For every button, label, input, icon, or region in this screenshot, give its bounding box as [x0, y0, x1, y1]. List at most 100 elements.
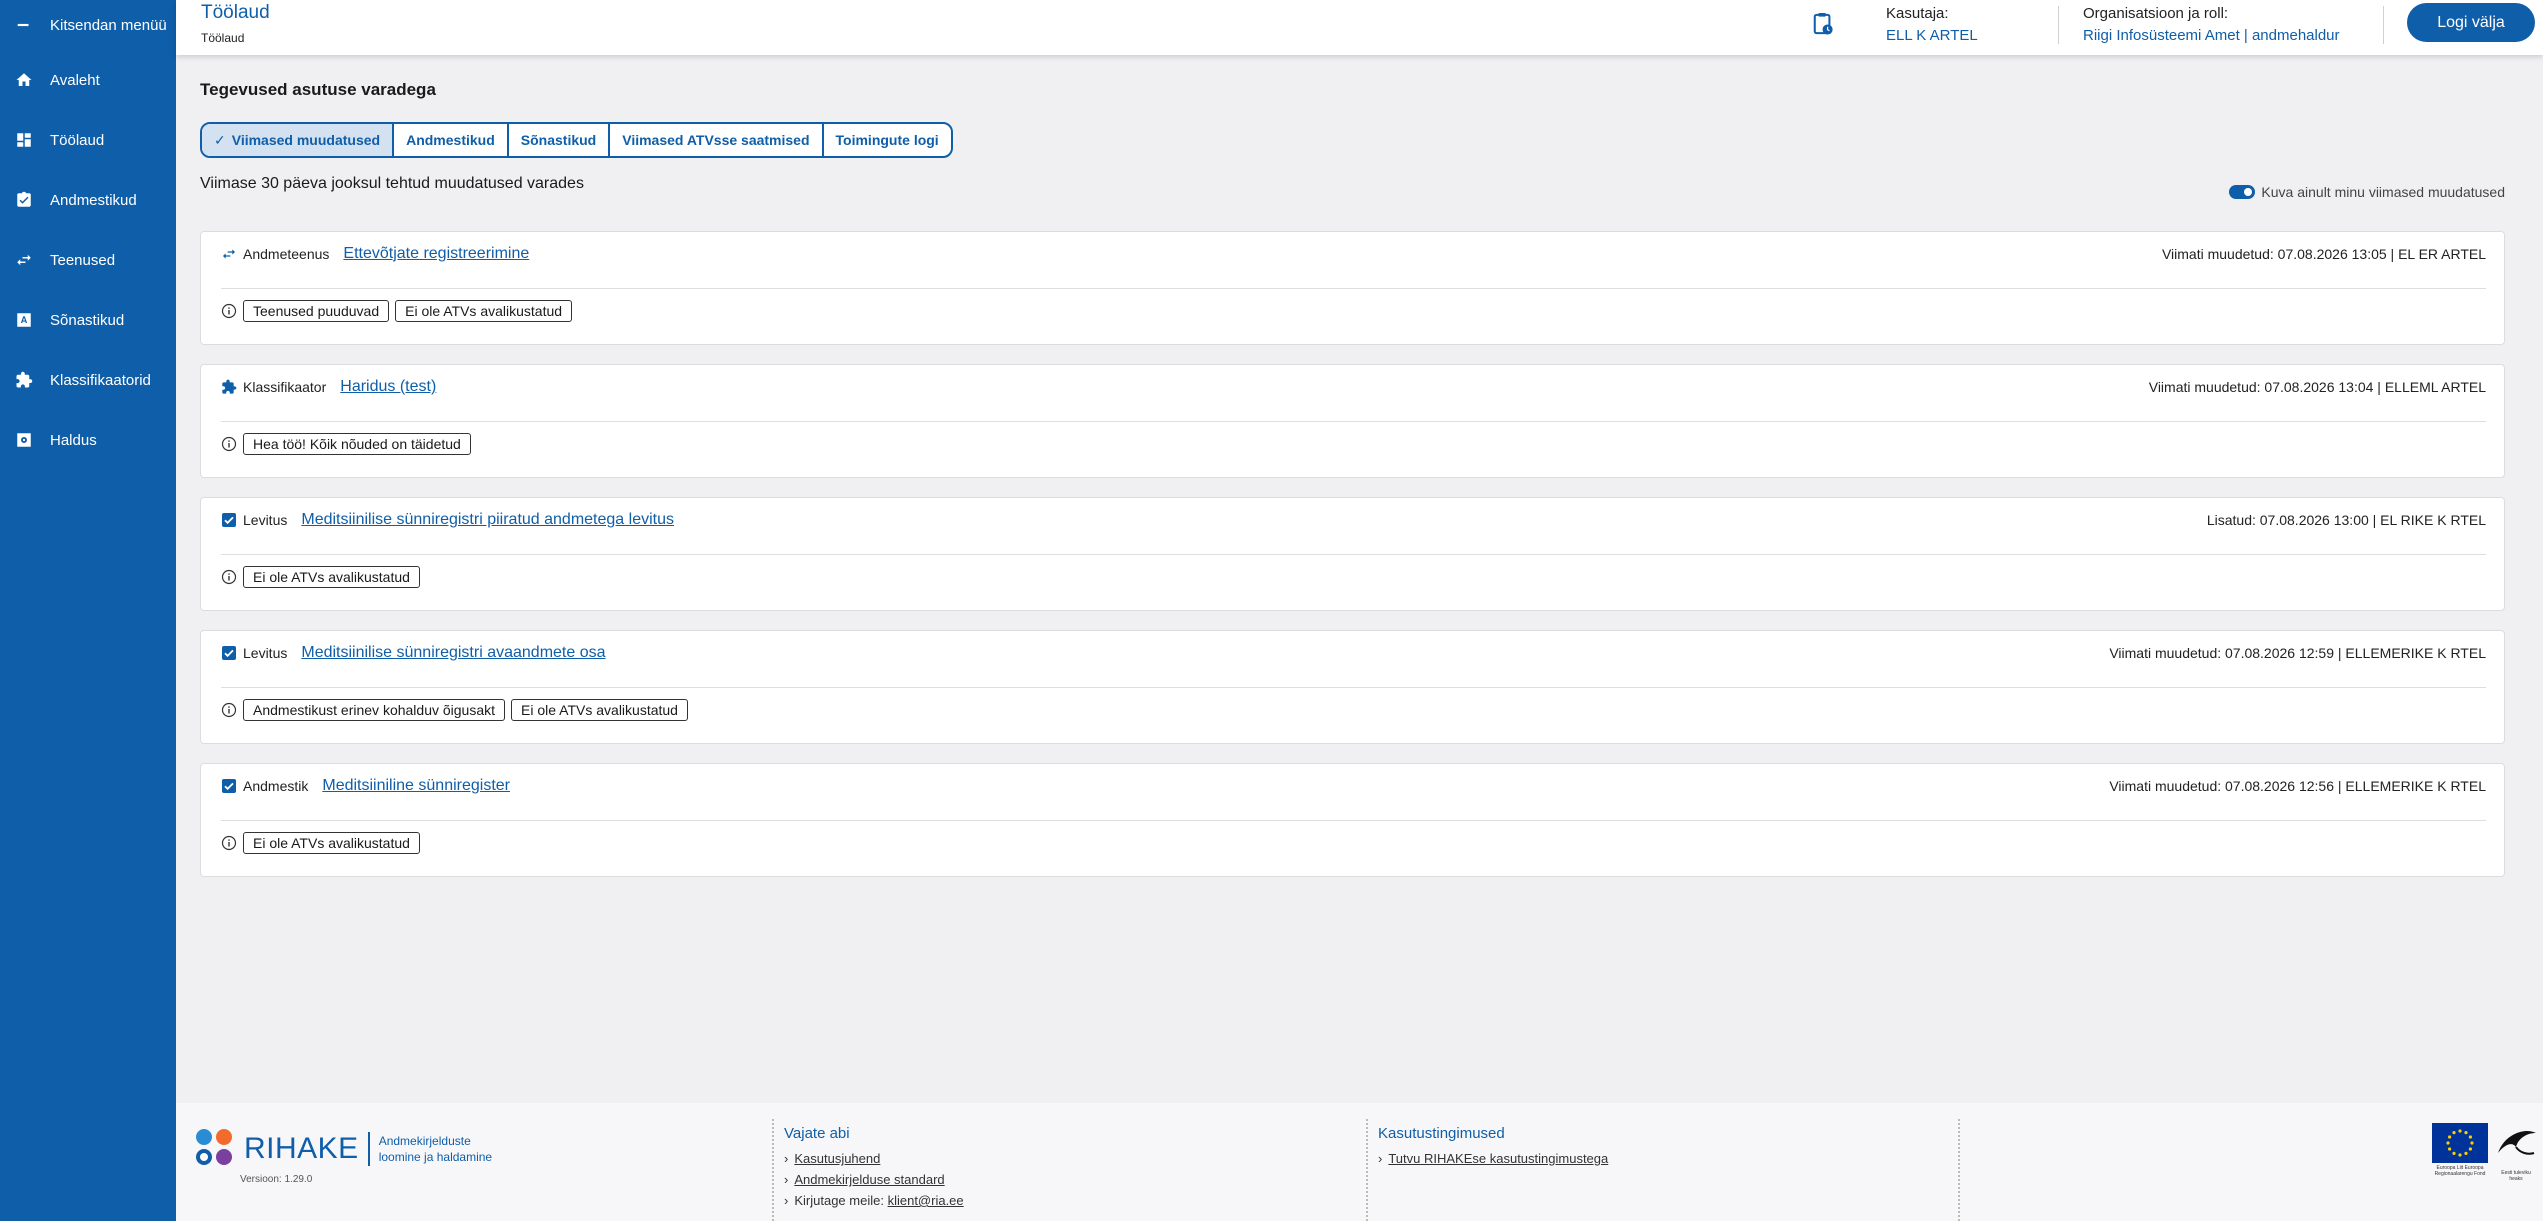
status-badge: Ei ole ATVs avalikustatud — [243, 832, 420, 854]
tab-atvsse-saatmised[interactable]: Viimased ATVsse saatmised — [610, 124, 824, 156]
divider — [221, 554, 2486, 555]
asset-link[interactable]: Meditsiinilise sünniregistri piiratud an… — [301, 511, 674, 529]
sidebar-item-andmestikud[interactable]: Andmestikud — [0, 170, 176, 230]
checkbox-icon — [221, 778, 237, 794]
help-title: Vajate abi — [784, 1125, 850, 1142]
change-card: Klassifikaator Haridus (test) Viimati mu… — [200, 364, 2505, 478]
menu-collapse-button[interactable]: Kitsendan menüü — [0, 0, 176, 50]
footer-link-terms[interactable]: › Tutvu RIHAKEse kasutustingimustega — [1378, 1151, 1608, 1166]
eu-fund-logo: Euroopa Liit Euroopa Regionaalarengu Fon… — [2432, 1123, 2488, 1181]
footer: RIHAKE Andmekirjelduste loomine ja halda… — [176, 1103, 2543, 1221]
sidebar-item-haldus[interactable]: Haldus — [0, 410, 176, 470]
footer-link-standard[interactable]: › Andmekirjelduse standard — [784, 1172, 964, 1187]
clipboard-check-icon — [14, 190, 34, 210]
sidebar-item-label: Avaleht — [50, 71, 100, 89]
info-icon — [221, 835, 237, 851]
swap-icon — [14, 250, 34, 270]
status-badge: Ei ole ATVs avalikustatud — [395, 300, 573, 322]
user-name[interactable]: ELL K ARTEL — [1886, 27, 1978, 44]
modified-info: Lisatud: 07.08.2026 13:00 | EL RIKE K RT… — [2206, 512, 2486, 528]
asset-type: Andmestik — [243, 778, 309, 794]
info-icon — [221, 569, 237, 585]
divider — [221, 288, 2486, 289]
estonia-text: Eesti tuleviku heaks — [2501, 1170, 2531, 1182]
modified-info: Viimati muudetud: 07.08.2026 12:56 | ELL… — [2109, 778, 2486, 794]
estonia-logo: Eesti tuleviku heaks — [2494, 1123, 2538, 1182]
asset-link[interactable]: Meditsiiniline sünniregister — [322, 777, 510, 795]
info-icon — [221, 436, 237, 452]
change-card: Andmestik Meditsiiniline sünniregister V… — [200, 763, 2505, 877]
modified-info: Viimati muudetud: 07.08.2026 13:05 | EL … — [2161, 246, 2486, 262]
asset-link[interactable]: Haridus (test) — [340, 378, 436, 396]
tab-label: Viimased muudatused — [231, 132, 381, 148]
sidebar-item-avaleht[interactable]: Avaleht — [0, 50, 176, 110]
sidebar-item-label: Teenused — [50, 251, 116, 269]
modified-info: Viimati muudetud: 07.08.2026 12:59 | ELL… — [2109, 645, 2486, 661]
asset-type: Levitus — [243, 512, 288, 528]
logo-dots-icon — [196, 1129, 236, 1169]
status-badge: Hea töö! Kõik nõuded on täidetud — [243, 433, 471, 455]
tab-viimased-muudatused[interactable]: ✓ Viimased muudatused — [202, 124, 395, 156]
section-title: Tegevused asutuse varadega — [200, 80, 436, 99]
checkbox-icon — [221, 645, 237, 661]
checkbox-icon — [221, 512, 237, 528]
tab-label: Andmestikud — [406, 132, 495, 148]
footer-email: › Kirjutage meile: klient@ria.ee — [784, 1193, 964, 1208]
sidebar-item-label: Sõnastikud — [50, 311, 125, 329]
footer-terms-column: Kasutustingimused › Tutvu RIHAKEse kasutu… — [1366, 1119, 1608, 1221]
user-info: Kasutaja: ELL K ARTEL — [1886, 5, 1978, 44]
section-subtitle: Viimase 30 päeva jooksul tehtud muudatus… — [200, 175, 584, 192]
sidebar-item-label: Andmestikud — [50, 191, 137, 209]
minus-icon — [14, 15, 34, 35]
link-text[interactable]: Andmekirjelduse standard — [794, 1172, 944, 1187]
asset-type: Andmeteenus — [243, 246, 330, 262]
only-my-changes-toggle-group: Kuva ainult minu viimased muudatused — [2229, 184, 2505, 200]
tab-label: Toimingute logi — [835, 132, 939, 148]
terms-title: Kasutustingimused — [1378, 1125, 1505, 1142]
logo-divider — [367, 1132, 370, 1166]
top-header: Töölaud Töölaud Kasutaja: ELL K ARTEL Or… — [176, 0, 2543, 55]
chevron-right-icon: › — [784, 1151, 789, 1166]
info-icon — [221, 303, 237, 319]
divider — [221, 421, 2486, 422]
sidebar-item-sonastikud[interactable]: Sõnastikud — [0, 290, 176, 350]
chevron-right-icon: › — [784, 1193, 789, 1208]
asset-link[interactable]: Meditsiinilise sünniregistri avaandmete … — [301, 644, 605, 662]
logo-desc-line: loomine ja haldamine — [378, 1150, 493, 1164]
sidebar-item-klassifikaatorid[interactable]: Klassifikaatorid — [0, 350, 176, 410]
logo-desc-line: Andmekirjelduste — [378, 1134, 471, 1148]
status-badge: Andmestikust erinev kohalduv õigusakt — [243, 699, 506, 721]
clipboard-clock-icon[interactable] — [1812, 11, 1834, 37]
menu-collapse-label: Kitsendan menüü — [50, 16, 167, 34]
logout-button[interactable]: Logi välja — [2407, 3, 2535, 42]
page-header-title: Töölaud — [201, 2, 270, 23]
chevron-right-icon: › — [784, 1172, 789, 1187]
org-role[interactable]: Riigi Infosüsteemi Amet | andmehaldur — [2083, 27, 2340, 44]
user-label: Kasutaja: — [1886, 5, 1949, 22]
dictionary-icon — [14, 310, 34, 330]
sidebar-item-teenused[interactable]: Teenused — [0, 230, 176, 290]
modified-info: Viimati muudetud: 07.08.2026 13:04 | ELL… — [2148, 379, 2486, 395]
tab-label: Sõnastikud — [520, 132, 597, 148]
sidebar-item-toolaud[interactable]: Töölaud — [0, 110, 176, 170]
tab-sonastikud[interactable]: Sõnastikud — [509, 124, 611, 156]
link-text[interactable]: Tutvu RIHAKEse kasutustingimustega — [1388, 1151, 1608, 1166]
puzzle-icon — [221, 379, 237, 395]
tab-andmestikud[interactable]: Andmestikud — [394, 124, 509, 156]
footer-link-kasutusjuhend[interactable]: › Kasutusjuhend — [784, 1151, 964, 1166]
puzzle-icon — [14, 370, 34, 390]
tab-toimingute-logi[interactable]: Toimingute logi — [824, 124, 951, 156]
change-card: Levitus Meditsiinilise sünniregistri pii… — [200, 497, 2505, 611]
dashboard-icon — [14, 130, 34, 150]
divider — [221, 687, 2486, 688]
asset-link[interactable]: Ettevõtjate registreerimine — [343, 245, 529, 263]
link-text[interactable]: Kasutusjuhend — [794, 1151, 880, 1166]
email-link[interactable]: klient@ria.ee — [888, 1193, 964, 1208]
asset-type: Levitus — [243, 645, 288, 661]
rihake-logo[interactable]: RIHAKE Andmekirjelduste loomine ja halda… — [196, 1129, 492, 1169]
logo-name: RIHAKE — [244, 1132, 359, 1165]
status-badge: Teenused puuduvad — [243, 300, 390, 322]
eu-flag-icon — [2432, 1123, 2488, 1163]
only-my-changes-toggle[interactable] — [2229, 185, 2256, 199]
tab-label: Viimased ATVsse saatmised — [622, 132, 810, 148]
